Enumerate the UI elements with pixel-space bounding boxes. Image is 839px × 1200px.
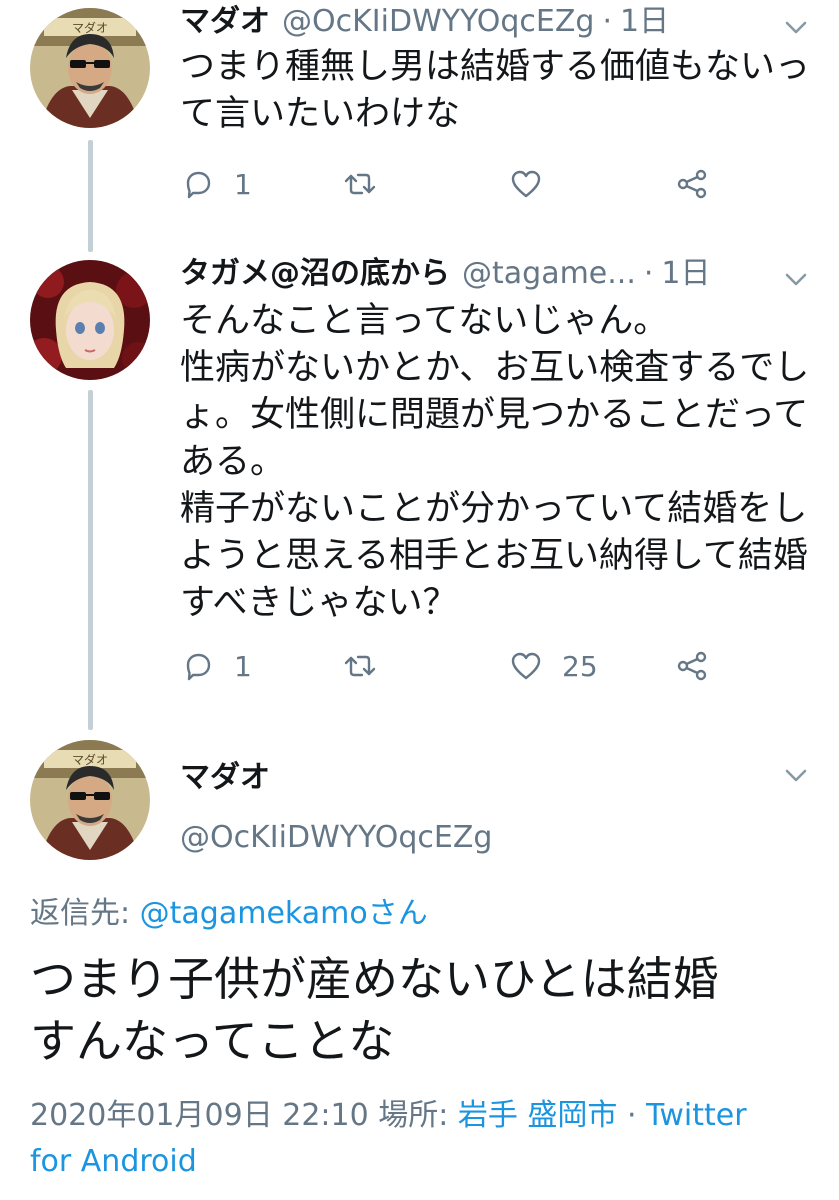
svg-text:マダオ: マダオ bbox=[72, 20, 108, 35]
author-name[interactable]: タガメ@沼の底から bbox=[180, 254, 450, 294]
tweet-text-line: ょ。女性側に問題が見つかることだって bbox=[180, 395, 809, 435]
source-link[interactable]: Twitter bbox=[646, 1098, 747, 1133]
tweet-text-line: ある。 bbox=[180, 442, 286, 482]
tweet-menu-button[interactable] bbox=[783, 762, 809, 788]
main-tweet-text: つまり子供が産めないひとは結婚 すんなってことな bbox=[30, 948, 719, 1072]
like-button[interactable]: 25 bbox=[508, 644, 598, 688]
tweet-text-line: 性病がないかとか、お互い検査するでし bbox=[180, 348, 810, 388]
thread-connector-line bbox=[88, 140, 93, 252]
tweet-text-line: そんなこと言ってないじゃん。 bbox=[180, 301, 669, 341]
avatar-madao-image: マダオ bbox=[30, 740, 150, 860]
avatar-madao-image: マダオ bbox=[30, 8, 150, 128]
retweet-icon bbox=[344, 655, 376, 677]
tweet-time[interactable]: 1日 bbox=[620, 2, 669, 42]
tweet-text-line: て言いたいわけな bbox=[180, 94, 461, 134]
place-link[interactable]: 岩手 盛岡市 bbox=[458, 1098, 618, 1133]
share-button[interactable] bbox=[674, 644, 710, 688]
tweet-text-line: すべきじゃない？ bbox=[180, 583, 458, 623]
tweet-menu-button[interactable] bbox=[783, 14, 809, 40]
tweet-header: マダオ @OcKIiDWYYOqcEZg · 1日 bbox=[180, 2, 669, 42]
replying-to-label: 返信先: bbox=[30, 896, 140, 931]
tweet-text: そんなこと言ってないじゃん。 性病がないかとか、お互い検査するでし ょ。女性側に… bbox=[180, 298, 819, 627]
author-name[interactable]: マダオ bbox=[180, 2, 270, 42]
separator-dot: · bbox=[643, 256, 654, 291]
author-name[interactable]: マダオ bbox=[180, 758, 270, 798]
reply-button[interactable]: 1 bbox=[180, 644, 252, 688]
separator-dot: · bbox=[617, 1098, 647, 1133]
reply-count: 1 bbox=[234, 649, 252, 683]
avatar[interactable]: マダオ bbox=[30, 8, 150, 128]
heart-icon bbox=[511, 652, 541, 680]
share-icon bbox=[677, 651, 707, 681]
reply-icon bbox=[186, 653, 211, 681]
tweet-text-line: すんなってことな bbox=[30, 1014, 395, 1068]
thread-connector-line bbox=[88, 390, 93, 730]
author-handle[interactable]: @tagame... bbox=[462, 254, 636, 294]
tweet-text-line: つまり種無し男は結婚する価値もないっ bbox=[180, 47, 811, 87]
avatar[interactable] bbox=[30, 260, 150, 380]
separator-dot: · bbox=[602, 4, 612, 39]
author-handle[interactable]: @OcKIiDWYYOqcEZg bbox=[180, 818, 492, 858]
author-handle[interactable]: @OcKIiDWYYOqcEZg bbox=[282, 2, 594, 42]
heart-icon bbox=[511, 170, 541, 198]
tweet-actions: 1 25 bbox=[180, 644, 740, 688]
retweet-icon bbox=[344, 173, 376, 195]
tweet-timestamp: 2020年01月09日 22:10 bbox=[30, 1098, 369, 1133]
tweet-meta: 2020年01月09日 22:10 場所: 岩手 盛岡市 · Twitter fo… bbox=[30, 1093, 820, 1185]
tweet-text-line: ようと思える相手とお互い納得して結婚 bbox=[180, 536, 808, 576]
chevron-down-icon bbox=[785, 21, 807, 34]
like-count: 25 bbox=[562, 649, 598, 683]
replying-to-link[interactable]: @tagamekamoさん bbox=[140, 896, 428, 931]
reply-count: 1 bbox=[234, 167, 252, 201]
svg-text:マダオ: マダオ bbox=[72, 752, 108, 767]
tweet-text-line: つまり子供が産めないひとは結婚 bbox=[30, 952, 719, 1006]
tweet-time[interactable]: 1日 bbox=[661, 254, 710, 294]
chevron-down-icon bbox=[785, 769, 807, 782]
chevron-down-icon bbox=[785, 273, 807, 286]
share-icon bbox=[677, 169, 707, 199]
share-button[interactable] bbox=[674, 162, 710, 206]
tweet-menu-button[interactable] bbox=[783, 266, 809, 292]
tweet-actions: 1 bbox=[180, 162, 740, 206]
reply-icon bbox=[186, 171, 211, 199]
tweet-text: つまり種無し男は結婚する価値もないっ て言いたいわけな bbox=[180, 44, 819, 138]
tweet-text-line: 精子がないことが分かっていて結婚をし bbox=[180, 489, 808, 529]
retweet-button[interactable] bbox=[342, 644, 378, 688]
retweet-button[interactable] bbox=[342, 162, 378, 206]
place-label: 場所: bbox=[368, 1098, 458, 1133]
avatar-doll-image bbox=[30, 260, 150, 380]
reply-button[interactable]: 1 bbox=[180, 162, 252, 206]
avatar[interactable]: マダオ bbox=[30, 740, 150, 860]
replying-to: 返信先: @tagamekamoさん bbox=[30, 894, 428, 934]
like-button[interactable] bbox=[508, 162, 562, 206]
source-link-continued[interactable]: for Android bbox=[30, 1144, 197, 1179]
tweet-header: タガメ@沼の底から @tagame... · 1日 bbox=[180, 254, 711, 294]
